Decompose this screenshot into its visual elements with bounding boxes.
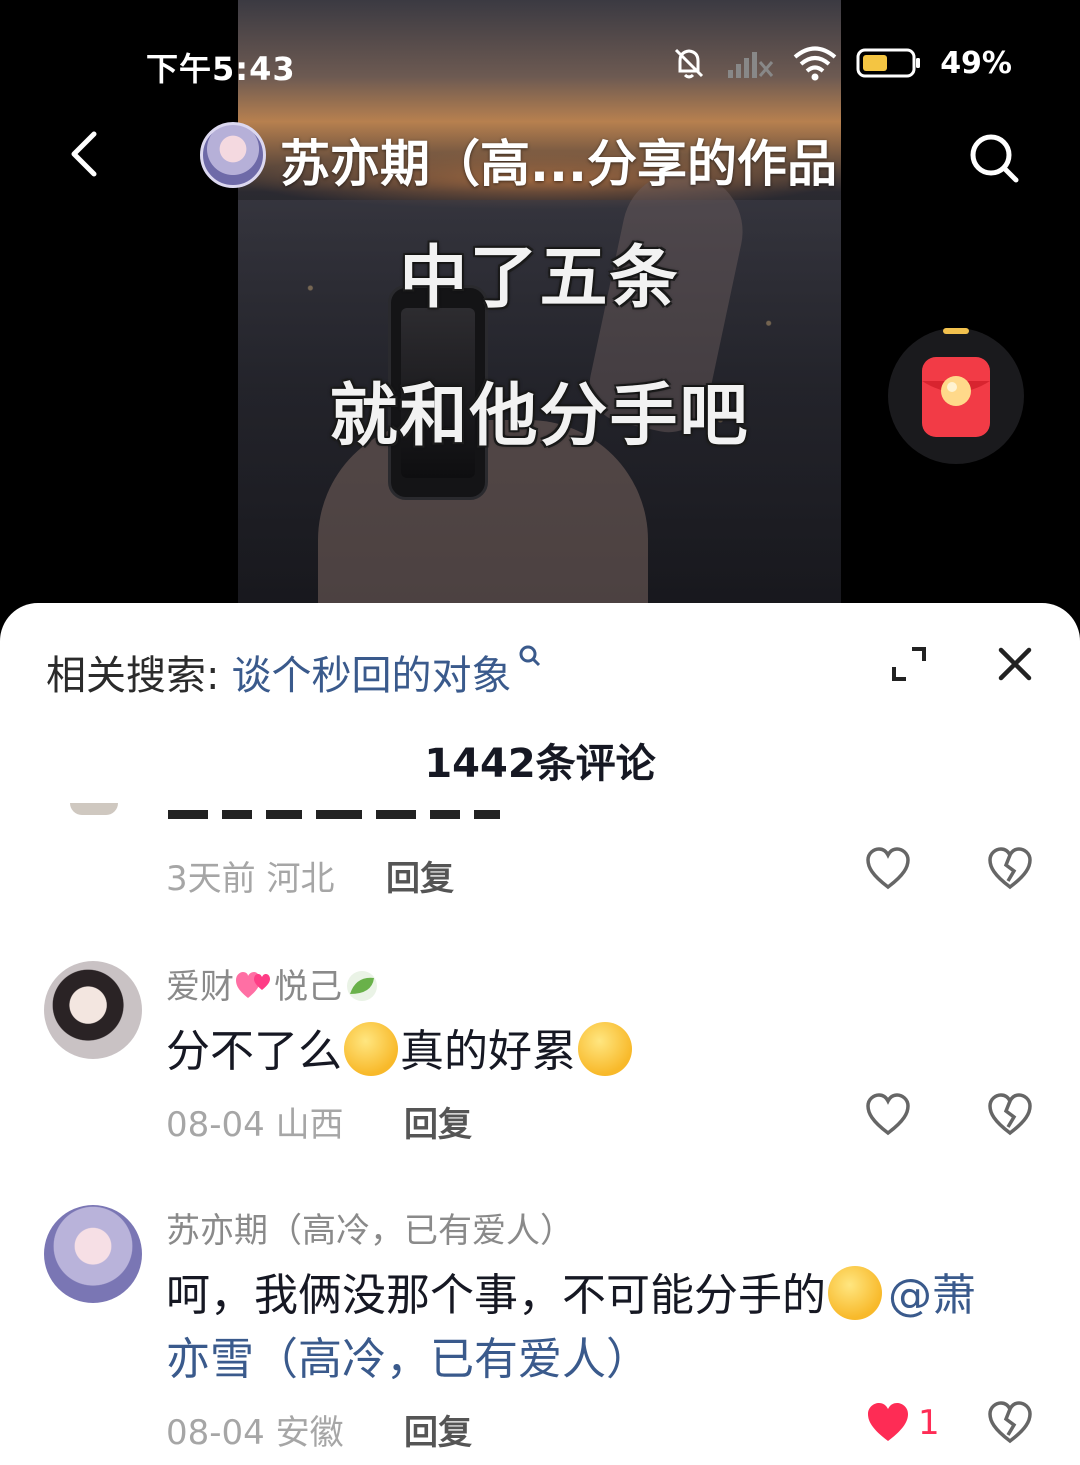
close-icon[interactable] [994,643,1036,685]
search-small-icon [519,645,541,667]
mention-link[interactable]: @萧 [888,1270,976,1321]
commenter-avatar[interactable] [44,961,142,1059]
commenter-avatar[interactable] [44,1205,142,1303]
reply-button[interactable]: 回复 [404,1405,472,1454]
comment-text-part2: 真的好累 [400,1026,576,1077]
comment-meta: 08-04 山西 [166,1105,344,1145]
commenter-username[interactable]: 爱财 悦己 [166,959,382,1008]
comment-text: 分不了么 真的好累 [166,1015,632,1079]
comment-sheet: 相关搜索: 谈个秒回的对象 1442条评论 3天前 河北 回复 爱财 悦己 分不… [0,603,1080,1465]
comment-text-partial [168,807,548,819]
status-icons: 49% [670,44,1012,82]
dislike-broken-heart-icon[interactable] [986,1091,1034,1139]
leaf-emoji-icon [347,971,377,1001]
pensive-face-emoji-icon [578,1022,632,1076]
mute-bell-icon [675,48,704,79]
avatar-partial[interactable] [70,803,118,815]
reply-button[interactable]: 回复 [386,851,454,900]
weary-face-emoji-icon [344,1022,398,1076]
redpack-indicator [943,328,969,334]
signal-icon [728,52,774,78]
comment-text: 呵，我俩没那个事，不可能分手的 @萧 [166,1259,976,1323]
back-button[interactable] [58,126,114,182]
relieved-face-emoji-icon [828,1266,882,1320]
related-search-query[interactable]: 谈个秒回的对象 [231,643,511,701]
hearts-emoji-icon [236,972,270,998]
like-heart-icon[interactable] [864,845,912,893]
username-part1: 爱财 [166,967,234,1007]
expand-icon[interactable] [888,643,930,685]
battery-icon [856,48,921,78]
related-search-label: 相关搜索: [46,653,220,699]
username-part2: 悦己 [274,967,342,1007]
status-time: 下午5:43 [146,50,296,88]
author-avatar[interactable] [200,122,266,188]
dislike-broken-heart-icon[interactable] [986,1399,1034,1447]
like-heart-icon[interactable] [864,1091,912,1139]
reply-button[interactable]: 回复 [404,1097,472,1146]
comment-text-part1: 呵，我俩没那个事，不可能分手的 [166,1270,826,1321]
comment-count: 1442条评论 [424,741,656,787]
related-search[interactable]: 相关搜索: 谈个秒回的对象 [46,643,543,701]
dislike-broken-heart-icon[interactable] [986,845,1034,893]
red-envelope-button[interactable] [888,328,1024,464]
comment-meta: 3天前 河北 [166,859,335,899]
video-caption-line2: 就和他分手吧 [329,377,750,456]
red-envelope-icon [922,357,990,437]
search-button[interactable] [966,130,1022,186]
liked-heart-icon[interactable] [864,1399,912,1447]
page-title: 苏亦期（高...分享的作品 [280,135,837,193]
video-caption-line1: 中了五条 [399,239,680,318]
like-count: 1 [918,1403,940,1443]
comment-text-part1: 分不了么 [166,1026,342,1077]
wifi-icon [793,46,837,81]
battery-percent: 49% [940,45,1012,81]
commenter-username[interactable]: 苏亦期（高冷，已有爱人） [166,1203,574,1252]
comment-meta: 08-04 安徽 [166,1413,344,1453]
mention-link-continued[interactable]: 亦雪（高冷，已有爱人） [166,1323,650,1387]
